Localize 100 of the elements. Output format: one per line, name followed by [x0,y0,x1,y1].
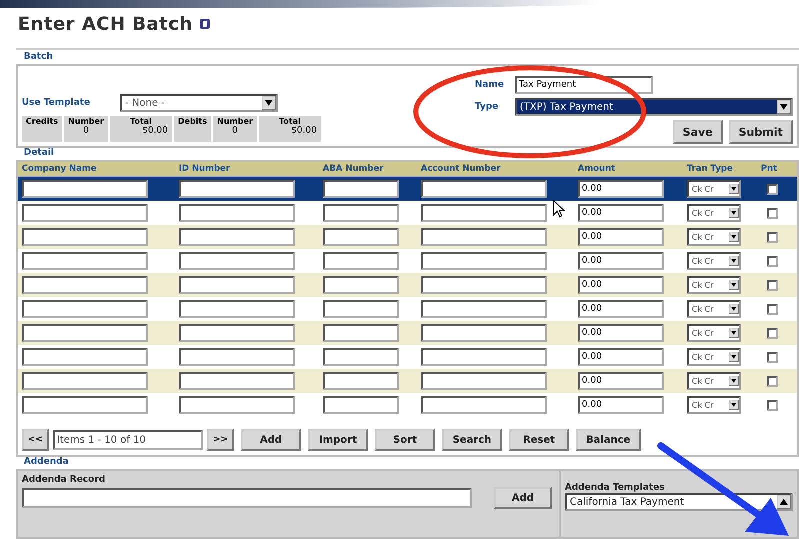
aba-field[interactable] [323,300,399,318]
tran-type-select[interactable]: Ck Cr [687,204,741,222]
amount-field[interactable]: 0.00 [578,276,664,294]
table-row[interactable]: 0.00 Ck Cr [18,273,797,297]
print-checkbox[interactable] [767,256,778,266]
action-button[interactable]: Submit [728,120,793,144]
account-field[interactable] [421,348,547,366]
print-checkbox[interactable] [767,352,778,362]
action-button[interactable]: Balance [576,429,641,451]
print-checkbox[interactable] [767,304,778,314]
amount-field[interactable]: 0.00 [578,180,664,198]
action-button[interactable]: Sort [375,429,436,451]
action-button[interactable]: Save [672,120,723,144]
tran-type-select[interactable]: Ck Cr [687,396,741,414]
amount-field[interactable]: 0.00 [578,252,664,270]
add-button[interactable]: Add [494,487,552,509]
print-checkbox[interactable] [767,328,778,338]
id-field[interactable] [179,300,295,318]
account-field[interactable] [421,324,547,342]
amount-field[interactable]: 0.00 [578,228,664,246]
account-field[interactable] [421,180,547,198]
company-field[interactable] [22,372,148,390]
aba-field[interactable] [323,228,399,246]
amount-field[interactable]: 0.00 [578,372,664,390]
tran-type-select[interactable]: Ck Cr [687,372,741,390]
name-field[interactable]: Tax Payment [515,76,653,94]
table-row[interactable]: 0.00 Ck Cr [18,225,797,249]
company-field[interactable] [22,324,148,342]
aba-field[interactable] [323,180,399,198]
aba-field[interactable] [323,396,399,414]
company-field[interactable] [22,396,148,414]
company-field[interactable] [22,180,148,198]
tran-type-select[interactable]: Ck Cr [687,348,741,366]
totals-cell: Debits [174,116,212,142]
aba-field[interactable] [323,276,399,294]
company-field[interactable] [22,252,148,270]
amount-field[interactable]: 0.00 [578,300,664,318]
aba-field[interactable] [323,252,399,270]
company-field[interactable] [22,228,148,246]
table-row[interactable]: 0.00 Ck Cr [18,369,797,393]
next-page-button[interactable]: >> [207,429,234,451]
table-row[interactable]: 0.00 Ck Cr [18,297,797,321]
company-field[interactable] [22,348,148,366]
help-icon[interactable] [199,18,211,30]
page-info-field[interactable]: Items 1 - 10 of 10 [53,430,204,450]
account-field[interactable] [421,252,547,270]
account-field[interactable] [421,228,547,246]
addenda-templates-list[interactable]: California Tax Payment [565,493,793,511]
action-button[interactable]: Search [442,429,502,451]
tran-type-select[interactable]: Ck Cr [687,180,741,198]
id-field[interactable] [179,180,295,198]
id-field[interactable] [179,204,295,222]
amount-field[interactable]: 0.00 [578,396,664,414]
amount-field[interactable]: 0.00 [578,324,664,342]
print-checkbox[interactable] [767,208,778,218]
account-field[interactable] [421,204,547,222]
account-field[interactable] [421,300,547,318]
aba-field[interactable] [323,324,399,342]
print-checkbox[interactable] [767,184,778,194]
table-row[interactable]: 0.00 Ck Cr [18,345,797,369]
id-field[interactable] [179,348,295,366]
tran-type-select[interactable]: Ck Cr [687,276,741,294]
table-row[interactable]: 0.00 Ck Cr [18,177,797,201]
id-field[interactable] [179,228,295,246]
table-row[interactable]: 0.00 Ck Cr [18,393,797,417]
addenda-record-field[interactable] [22,488,472,508]
aba-field[interactable] [323,348,399,366]
company-field[interactable] [22,276,148,294]
previous-page-button[interactable]: << [22,429,50,451]
amount-field[interactable]: 0.00 [578,348,664,366]
id-field[interactable] [179,324,295,342]
id-field[interactable] [179,252,295,270]
account-field[interactable] [421,372,547,390]
id-field[interactable] [179,372,295,390]
tran-type-select[interactable]: Ck Cr [687,300,741,318]
company-field[interactable] [22,204,148,222]
template-select[interactable]: - None - [120,94,278,112]
id-field[interactable] [179,396,295,414]
amount-field[interactable]: 0.00 [578,204,664,222]
print-checkbox[interactable] [767,376,778,386]
action-button[interactable]: Reset [509,429,570,451]
aba-field[interactable] [323,204,399,222]
action-button[interactable]: Import [308,429,368,451]
account-field[interactable] [421,276,547,294]
action-button[interactable]: Add [241,429,302,451]
tran-type-select[interactable]: Ck Cr [687,228,741,246]
aba-field[interactable] [323,372,399,390]
id-field[interactable] [179,276,295,294]
print-checkbox[interactable] [767,232,778,242]
tran-type-select[interactable]: Ck Cr [687,324,741,342]
print-checkbox[interactable] [767,280,778,290]
account-field[interactable] [421,396,547,414]
table-row[interactable]: 0.00 Ck Cr [18,249,797,273]
tran-type-select[interactable]: Ck Cr [687,252,741,270]
type-select[interactable]: (TXP) Tax Payment [515,98,793,116]
company-field[interactable] [22,300,148,318]
print-checkbox[interactable] [767,400,778,410]
section-label: Batch [24,52,54,64]
table-row[interactable]: 0.00 Ck Cr [18,321,797,345]
table-row[interactable]: 0.00 Ck Cr [18,201,797,225]
